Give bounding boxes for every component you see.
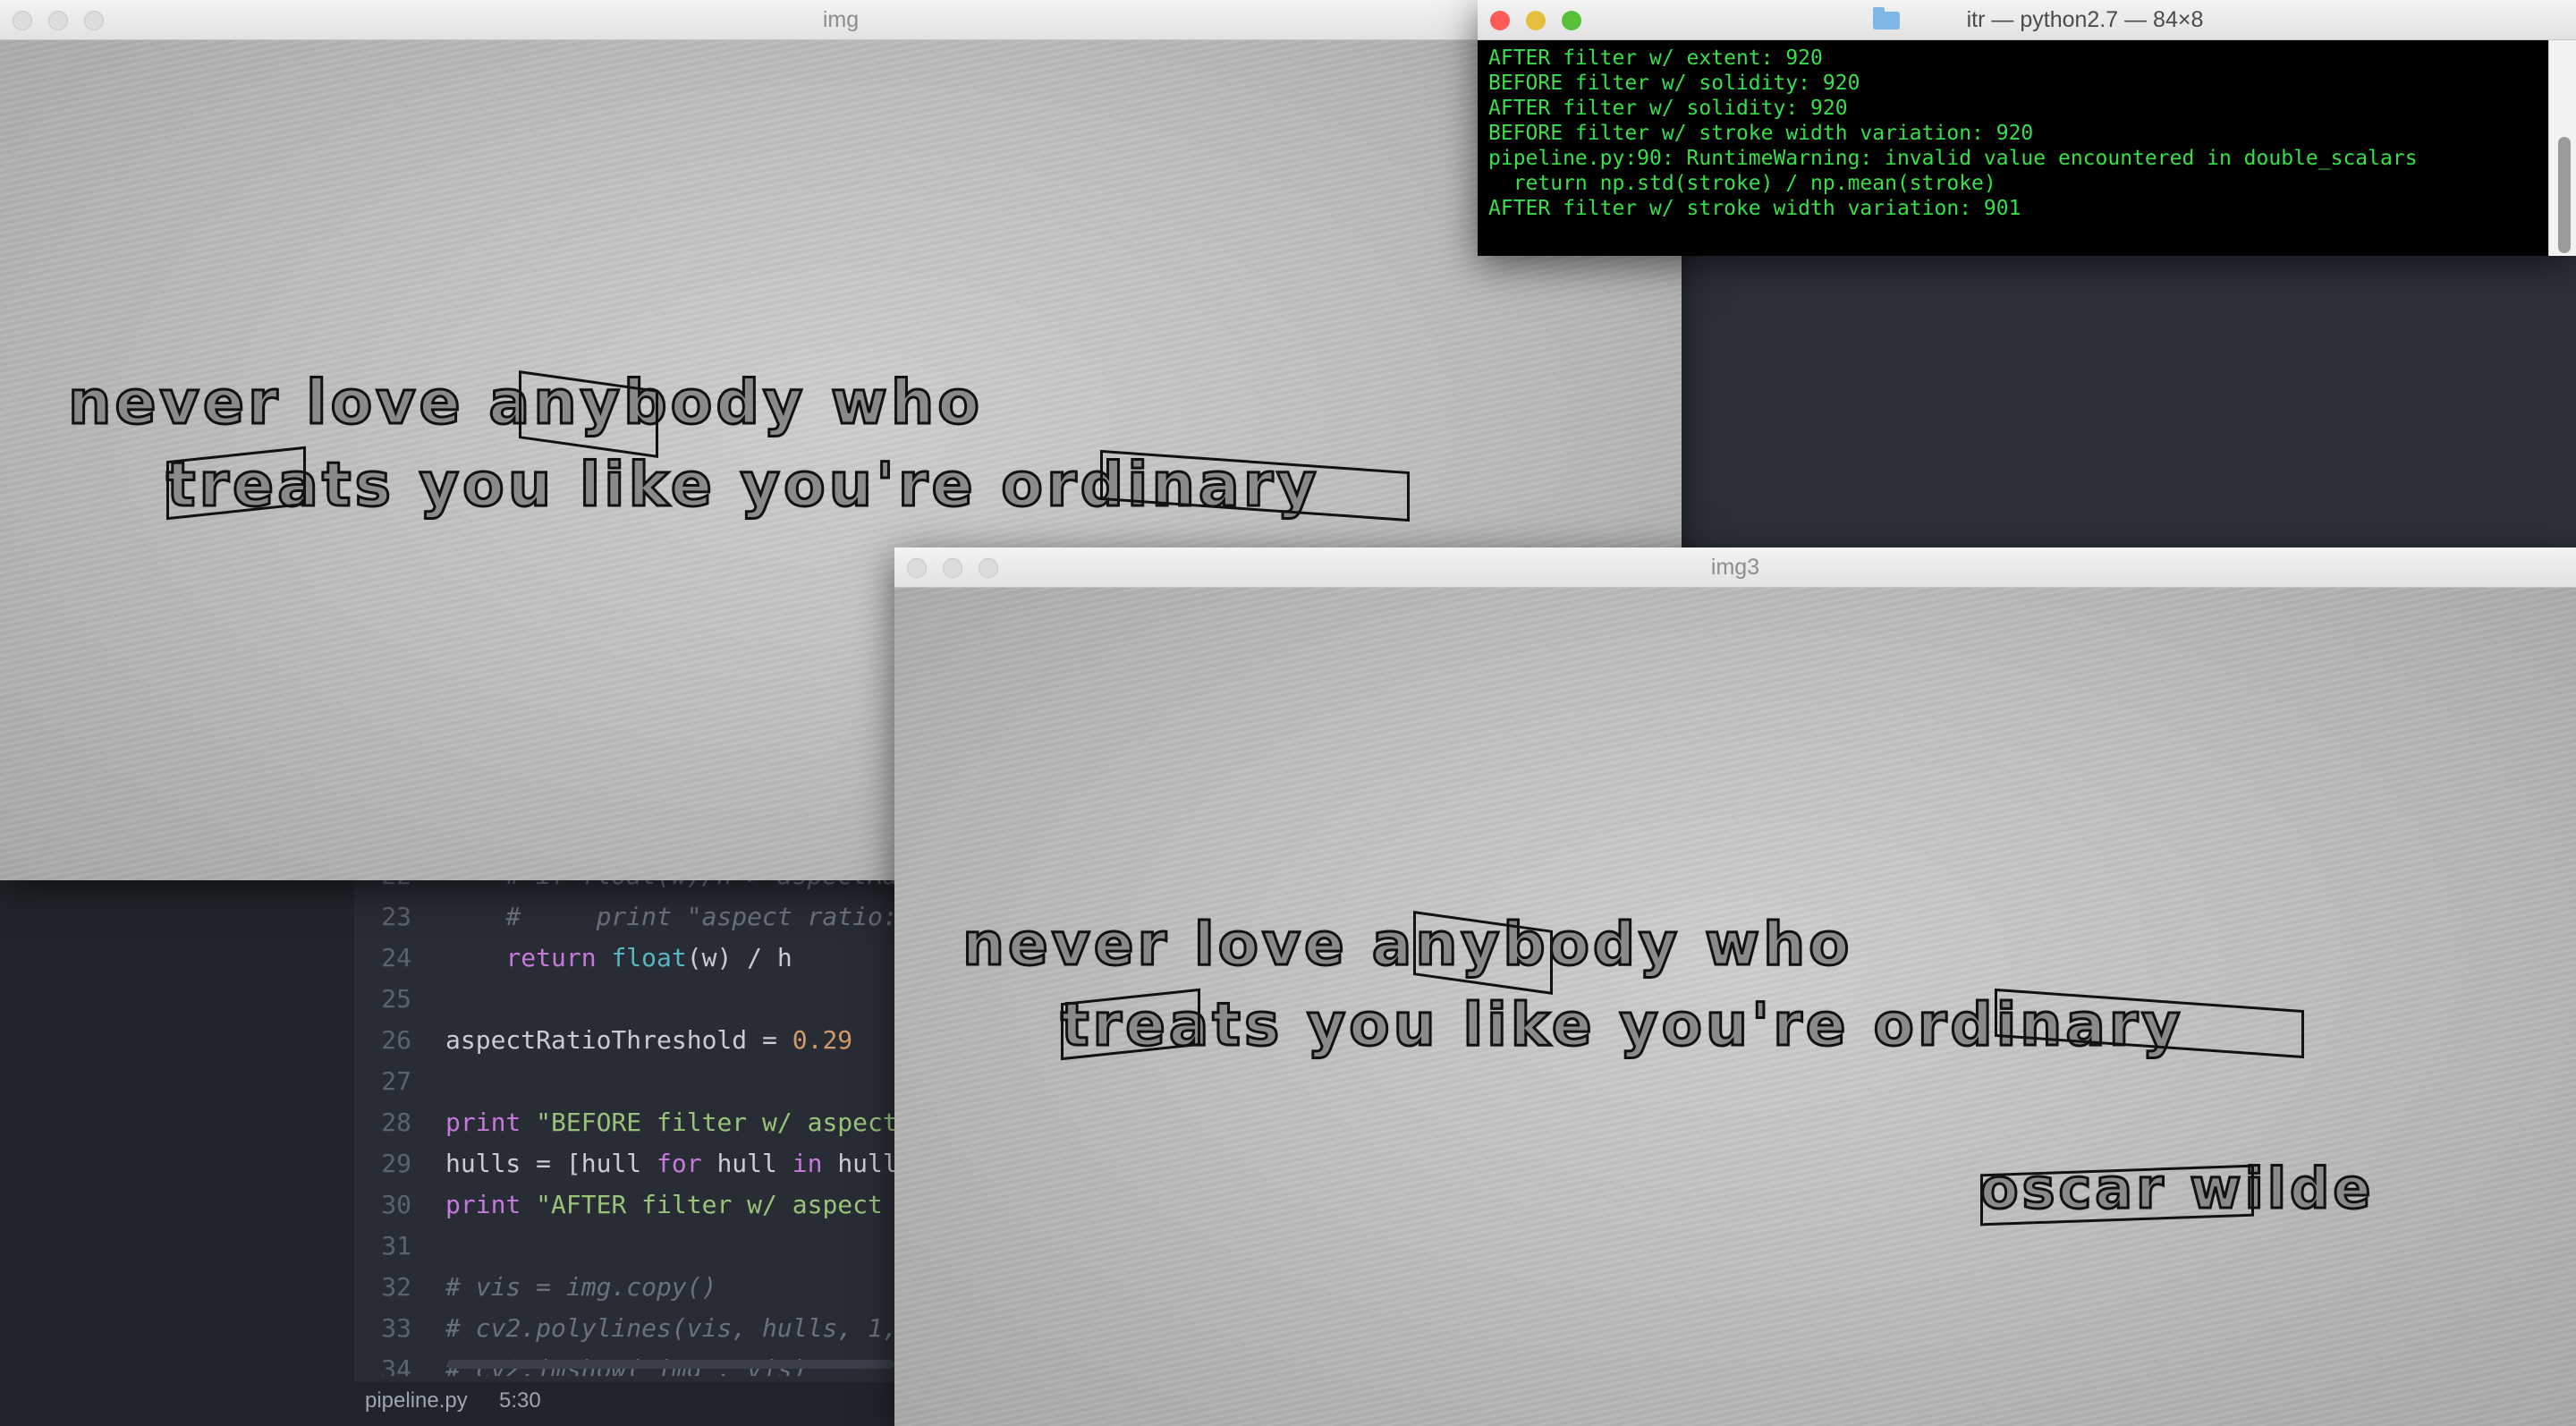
line-number: 23 xyxy=(381,902,411,931)
img-window-title: img xyxy=(822,7,860,32)
terminal-scroll-thumb[interactable] xyxy=(2558,137,2571,253)
code-token: hull xyxy=(701,1149,792,1178)
line-number: 31 xyxy=(381,1231,411,1260)
line-number: 26 xyxy=(381,1025,411,1055)
code-token: return xyxy=(505,943,597,972)
code-token: aspectRatioThreshold = xyxy=(445,1025,792,1055)
status-cursor-position[interactable]: 5:30 xyxy=(499,1388,541,1413)
editor-right-pane xyxy=(1682,252,2576,547)
code-token: in xyxy=(792,1149,823,1178)
code-token: # vis = img.copy() xyxy=(445,1272,717,1302)
terminal-line: pipeline.py:90: RuntimeWarning: invalid … xyxy=(1488,147,2418,170)
code-token: print xyxy=(445,1108,521,1137)
line-number: 32 xyxy=(381,1272,411,1302)
code-token: float xyxy=(611,943,687,972)
code-token: for xyxy=(657,1149,702,1178)
line-number: 33 xyxy=(381,1313,411,1343)
status-file-name[interactable]: pipeline.py xyxy=(365,1388,468,1413)
img3-titlebar[interactable]: img3 xyxy=(894,547,2576,588)
line-number: 24 xyxy=(381,943,411,972)
terminal-line: BEFORE filter w/ solidity: 920 xyxy=(1488,72,1860,95)
terminal-line: AFTER filter w/ stroke width variation: … xyxy=(1488,197,2021,220)
img3-window[interactable]: img3 never love anybody who treats you l… xyxy=(894,547,2576,1426)
line-number: 34 xyxy=(381,1354,411,1376)
terminal-line: return np.std(stroke) / np.mean(stroke) xyxy=(1488,172,1996,195)
img3-canvas: never love anybody who treats you like y… xyxy=(894,588,2576,1426)
terminal-window-title: itr — python2.7 — 84×8 xyxy=(1966,7,2204,32)
code-token: hulls = [hull xyxy=(445,1149,657,1178)
terminal-output[interactable]: AFTER filter w/ extent: 920 BEFORE filter… xyxy=(1478,40,2576,256)
terminal-window[interactable]: itr — python2.7 — 84×8 AFTER filter w/ e… xyxy=(1478,0,2576,256)
code-token: (w) / h xyxy=(686,943,792,972)
horizontal-scrollbar[interactable] xyxy=(447,1360,894,1369)
line-number: 30 xyxy=(381,1190,411,1219)
close-button[interactable] xyxy=(1490,11,1510,30)
hull-polygon xyxy=(1980,1164,2254,1227)
terminal-scrollbar[interactable] xyxy=(2548,40,2576,256)
line-number: 28 xyxy=(381,1108,411,1137)
code-token: 0.29 xyxy=(792,1025,853,1055)
terminal-line: BEFORE filter w/ stroke width variation:… xyxy=(1488,122,2034,145)
terminal-titlebar[interactable]: itr — python2.7 — 84×8 xyxy=(1478,0,2576,40)
code-token: print xyxy=(445,1190,521,1219)
terminal-line: AFTER filter w/ solidity: 920 xyxy=(1488,97,1848,120)
line-number: 29 xyxy=(381,1149,411,1178)
line-number: 27 xyxy=(381,1066,411,1096)
line-number: 25 xyxy=(381,984,411,1014)
zoom-button[interactable] xyxy=(1562,11,1581,30)
img-titlebar[interactable]: img xyxy=(0,0,1682,40)
detected-text-line-1: never love anybody who xyxy=(961,909,1853,980)
minimize-button[interactable] xyxy=(1526,11,1546,30)
img3-window-title: img3 xyxy=(1710,555,1760,580)
terminal-line: AFTER filter w/ extent: 920 xyxy=(1488,47,1823,70)
